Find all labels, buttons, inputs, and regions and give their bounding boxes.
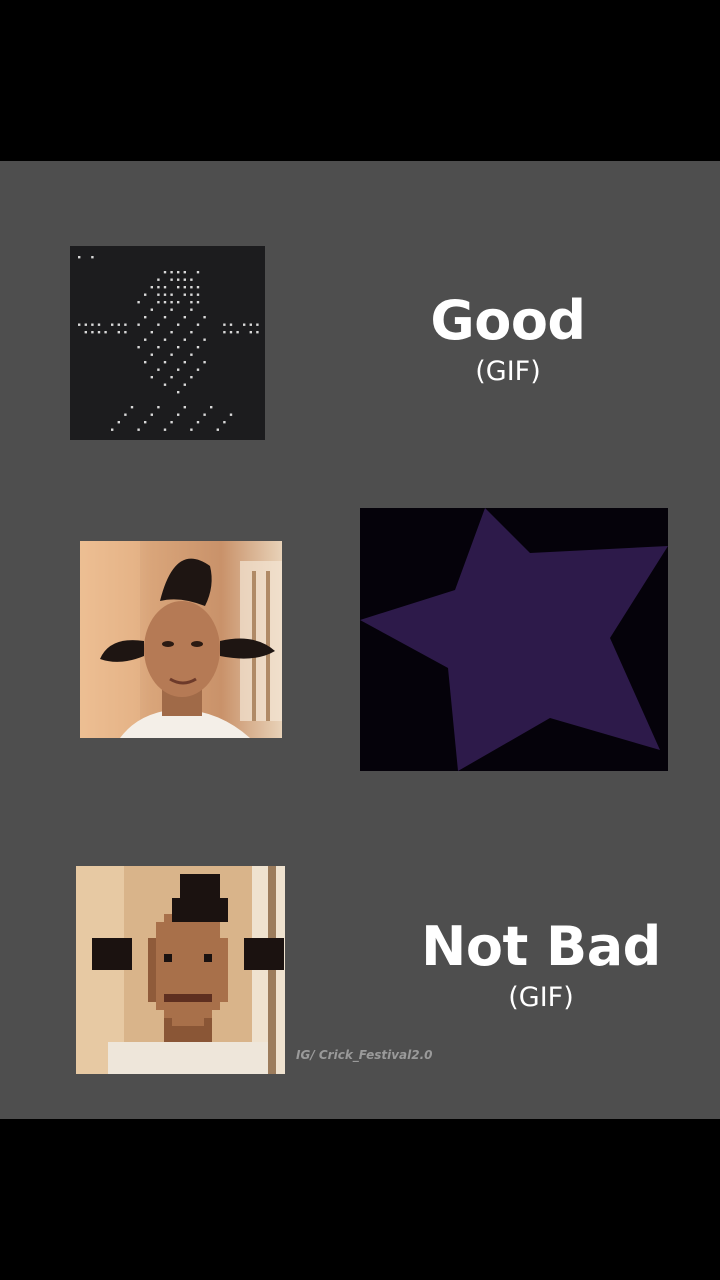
portrait-photo-icon [80,541,282,738]
good-title: Good [430,289,586,352]
ascii-art-image [70,246,265,440]
watermark-text: IG/ Crick_Festival2.0 [296,1048,433,1062]
not-bad-subtitle: (GIF) [508,981,574,1013]
not-bad-title: Not Bad [421,915,661,978]
star-gif-image [360,508,668,771]
good-subtitle: (GIF) [475,355,541,387]
pixel-art-photo [76,866,285,1074]
ascii-portrait-icon [78,256,259,431]
good-caption: Good (GIF) [418,289,598,387]
not-bad-caption: Not Bad (GIF) [410,915,672,1013]
original-photo [80,541,282,738]
star-shape-icon [360,508,668,771]
content-frame: Good (GIF) Not Bad (GIF) IG/ Crick_Festi… [0,161,720,1119]
pixel-portrait-icon [76,866,285,1074]
